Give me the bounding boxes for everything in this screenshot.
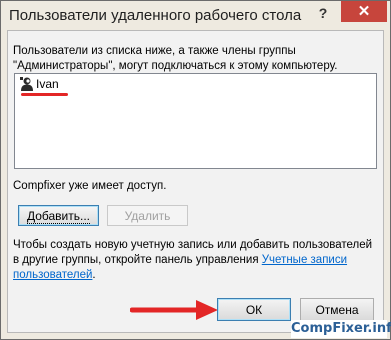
users-listbox[interactable]: Ivan: [14, 73, 377, 169]
access-status-text: Compfixer уже имеет доступ.: [13, 180, 167, 192]
help-text: Чтобы создать новую учетную запись или д…: [13, 238, 373, 283]
help-button[interactable]: ?: [311, 3, 335, 23]
description-text: Пользователи из списка ниже, а также чле…: [13, 45, 338, 72]
add-button-label: Добавить...: [26, 209, 91, 224]
annotation-underline: [21, 93, 68, 96]
close-button[interactable]: ✕: [341, 1, 387, 22]
user-name: Ivan: [36, 77, 59, 91]
annotation-arrow-icon: [130, 300, 218, 320]
remove-button[interactable]: Удалить: [107, 205, 188, 226]
help-text-end: .: [92, 269, 96, 281]
list-item[interactable]: Ivan: [19, 76, 59, 92]
user-icon: [19, 76, 35, 92]
add-button[interactable]: Добавить...: [18, 205, 99, 226]
ok-button[interactable]: ОК: [217, 298, 291, 321]
title-bar[interactable]: Пользователи удаленного рабочего стола ?…: [1, 1, 390, 31]
cancel-button[interactable]: Отмена: [300, 298, 374, 321]
watermark-logo: CompFixer.info: [291, 320, 391, 338]
window-title: Пользователи удаленного рабочего стола: [9, 7, 302, 24]
